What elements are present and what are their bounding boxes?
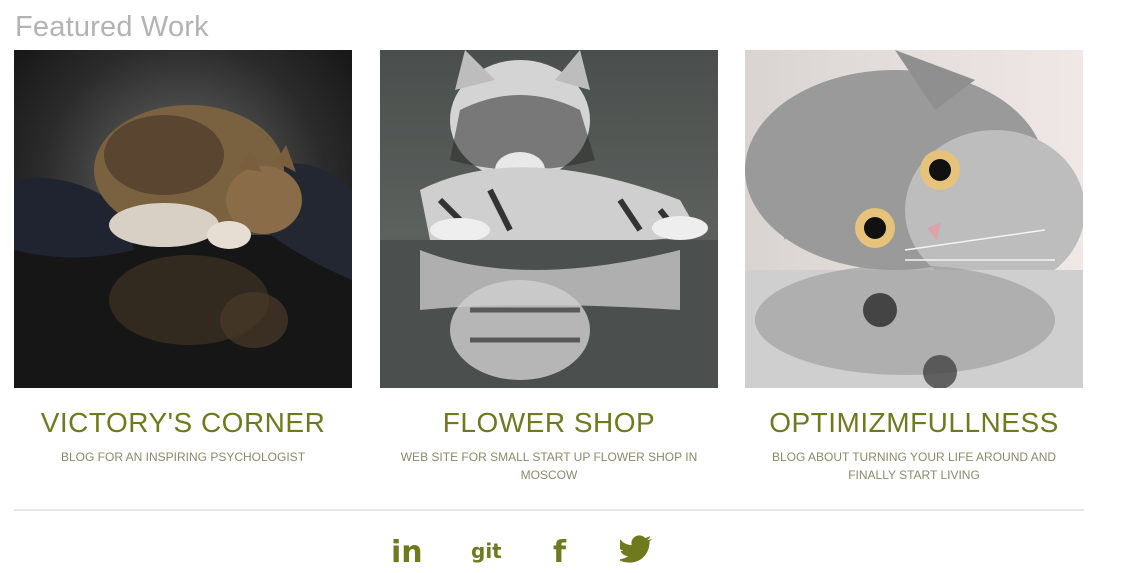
svg-text:f: f	[553, 535, 567, 568]
project-card: OPTIMIZMFULLNESS BLOG ABOUT TURNING YOUR…	[745, 50, 1083, 484]
project-thumbnail[interactable]	[380, 50, 718, 388]
project-card: VICTORY'S CORNER BLOG FOR AN INSPIRING P…	[14, 50, 352, 466]
project-title[interactable]: VICTORY'S CORNER	[14, 406, 352, 440]
facebook-link[interactable]: f	[551, 532, 571, 570]
twitter-link[interactable]	[617, 532, 654, 568]
project-title[interactable]: FLOWER SHOP	[380, 406, 718, 440]
featured-work-grid: VICTORY'S CORNER BLOG FOR AN INSPIRING P…	[14, 50, 1084, 490]
footer-divider	[14, 509, 1084, 511]
project-description: BLOG FOR AN INSPIRING PSYCHOLOGIST	[60, 450, 306, 464]
github-link[interactable]: git	[471, 532, 502, 568]
project-description: WEB SITE FOR SMALL START UP FLOWER SHOP …	[400, 450, 698, 482]
project-card: FLOWER SHOP WEB SITE FOR SMALL START UP …	[380, 50, 718, 484]
project-description: BLOG ABOUT TURNING YOUR LIFE AROUND AND …	[771, 450, 1057, 482]
project-thumbnail[interactable]	[14, 50, 352, 388]
twitter-icon	[617, 535, 653, 563]
svg-text:in: in	[391, 535, 421, 568]
github-icon: git	[471, 539, 502, 563]
linkedin-icon: in	[391, 535, 423, 570]
section-title: Featured Work	[15, 11, 209, 43]
facebook-icon: f	[553, 535, 567, 570]
project-title[interactable]: OPTIMIZMFULLNESS	[745, 406, 1083, 440]
linkedin-link[interactable]: in	[391, 532, 423, 570]
project-thumbnail[interactable]	[745, 50, 1083, 388]
social-links: in git f	[0, 532, 1143, 572]
svg-text:git: git	[471, 539, 501, 563]
